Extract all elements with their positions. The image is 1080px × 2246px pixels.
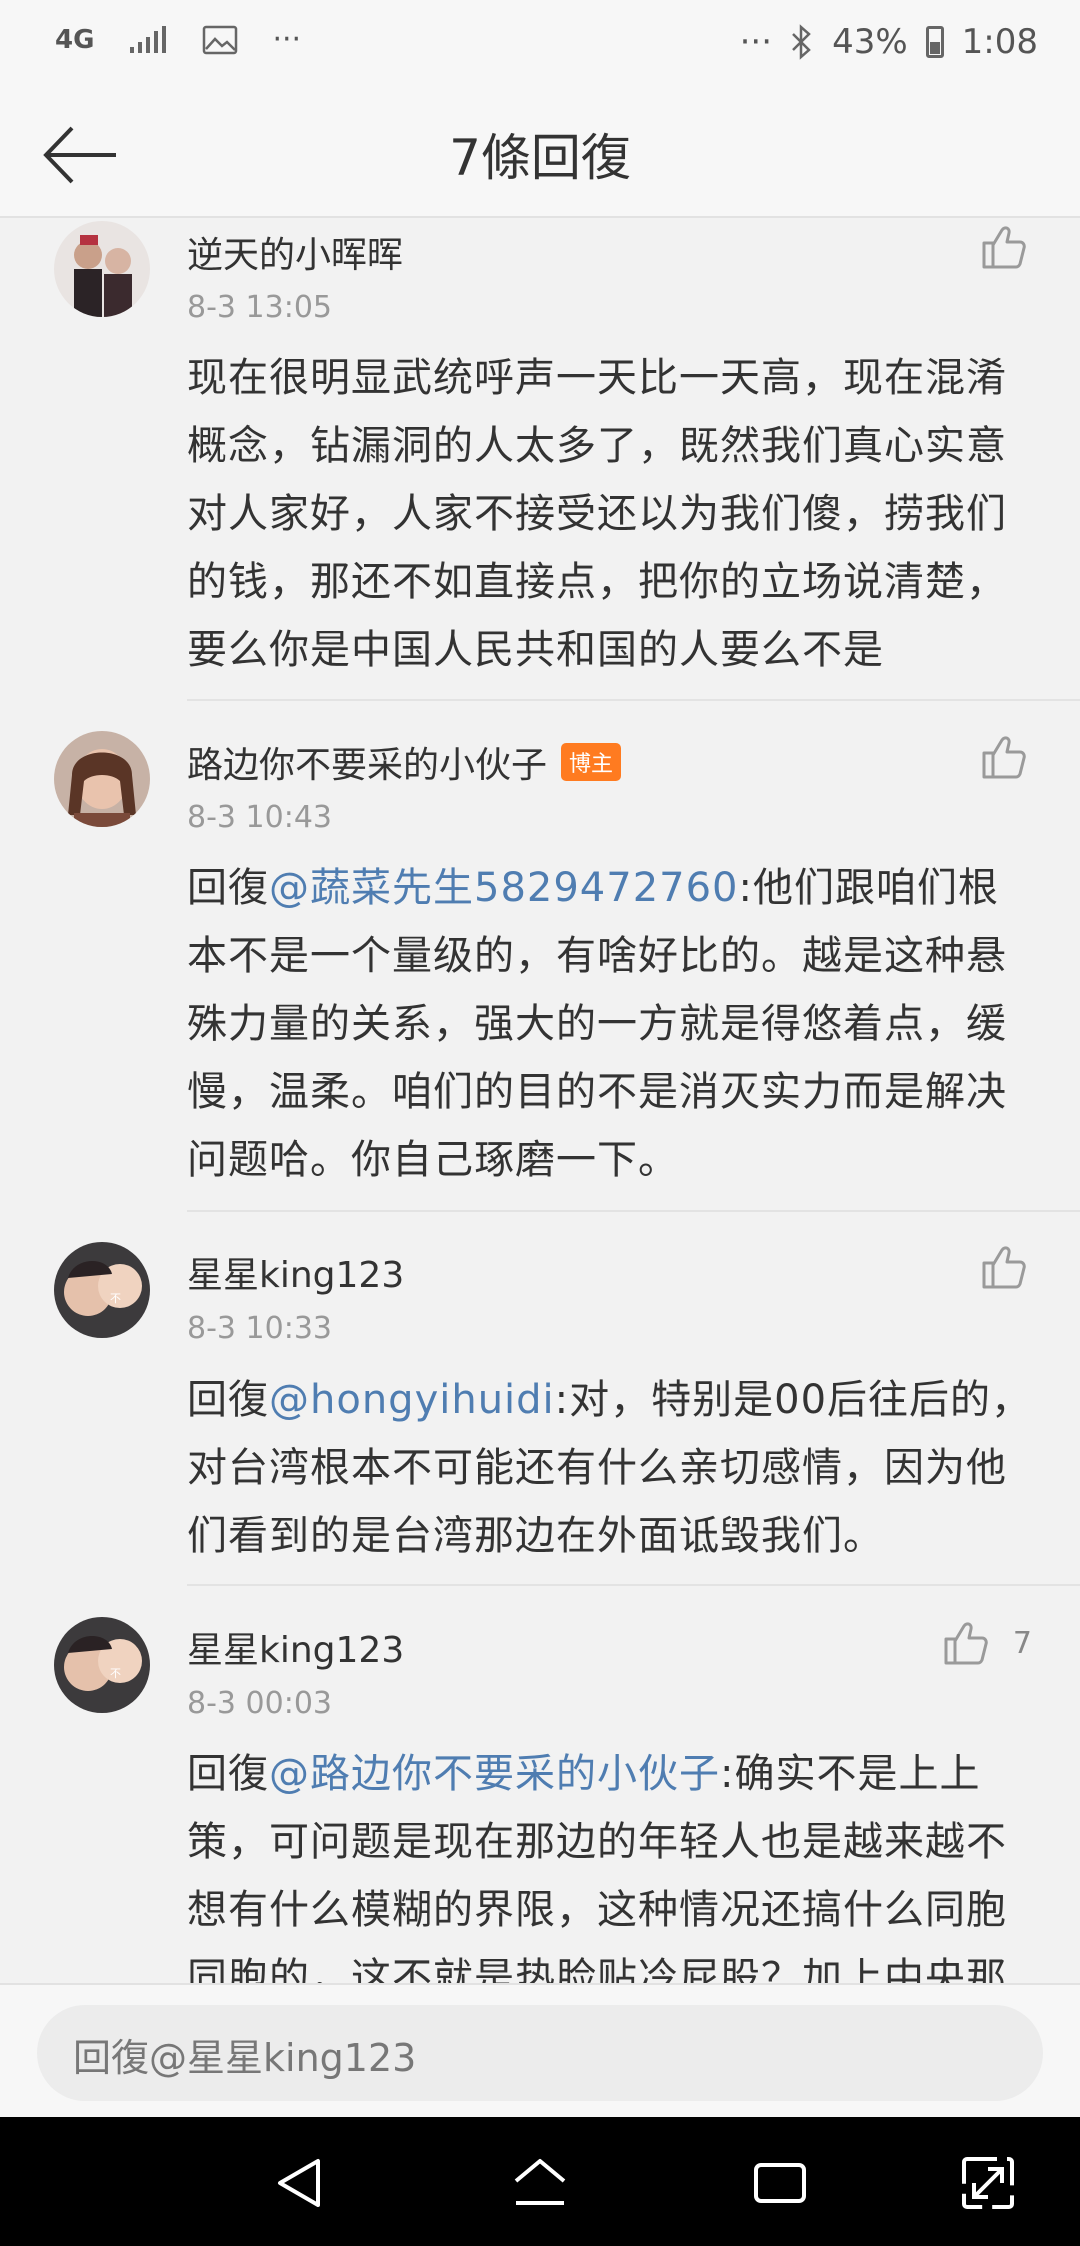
comment-text: 回復@hongyihuidi:对，特别是00后往后的，对台湾根本不可能还有什么亲…: [187, 1377, 1033, 1559]
avatar[interactable]: [54, 221, 150, 317]
comment-author[interactable]: 星星king123: [187, 1621, 404, 1673]
home-icon[interactable]: [510, 2153, 570, 2213]
like-count: 7: [1012, 1626, 1032, 1661]
divider: [187, 1584, 1080, 1586]
avatar[interactable]: 不: [54, 1242, 150, 1338]
expand-icon[interactable]: [958, 2153, 1018, 2213]
comment-author[interactable]: 路边你不要采的小伙子 博主: [187, 736, 622, 788]
like-icon[interactable]: [942, 1619, 990, 1667]
more-notifications: ···: [272, 22, 302, 57]
divider: [187, 1210, 1080, 1212]
signal-icon: [130, 25, 167, 53]
comment-list[interactable]: 逆天的小晖晖 8-3 13:05 现在很明显武统呼声一天比一天高，现在混淆概念，…: [0, 218, 1080, 1983]
image-icon: [203, 25, 238, 54]
reply-placeholder: 回復@星星king123: [73, 2036, 417, 2080]
comment-text: 回復@蔬菜先生5829472760:他们跟咱们根本不是一个量级的，有啥好比的。越…: [187, 865, 1007, 1183]
comment-time: 8-3 13:05: [187, 290, 332, 325]
like-icon[interactable]: [980, 223, 1028, 271]
mention-link[interactable]: @路边你不要采的小伙子: [269, 1751, 720, 1797]
bluetooth-icon: [792, 24, 811, 60]
comment-time: 8-3 00:03: [187, 1686, 332, 1721]
comment-author[interactable]: 星星king123: [187, 1246, 404, 1298]
comment-author[interactable]: 逆天的小晖晖: [187, 226, 403, 278]
recents-icon[interactable]: [750, 2153, 810, 2213]
header: 7條回復: [0, 90, 1080, 218]
comment-time: 8-3 10:33: [187, 1311, 332, 1346]
battery-icon: [925, 26, 944, 58]
like-icon[interactable]: [980, 733, 1028, 781]
svg-text:不: 不: [110, 1292, 121, 1305]
page-title: 7條回復: [449, 129, 631, 187]
like-icon[interactable]: [980, 1243, 1028, 1291]
comment-text: 回復@路边你不要采的小伙子:确实不是上上策，可问题是现在那边的年轻人也是越来越不…: [187, 1751, 1007, 1983]
reply-bar: 回復@星星king123: [0, 1983, 1080, 2117]
system-nav-bar: [0, 2117, 1080, 2246]
author-badge: 博主: [561, 743, 622, 781]
network-indicator: 4G: [55, 24, 95, 55]
more-status: ···: [739, 22, 773, 62]
back-icon[interactable]: [270, 2153, 330, 2213]
reply-input[interactable]: 回復@星星king123: [37, 2005, 1043, 2101]
clock: 1:08: [961, 22, 1038, 62]
status-bar: 4G ··· ··· 43% 1:08: [0, 0, 1080, 90]
avatar[interactable]: [54, 731, 150, 827]
avatar[interactable]: 不: [54, 1617, 150, 1713]
svg-text:不: 不: [110, 1667, 121, 1680]
mention-link[interactable]: @蔬菜先生5829472760: [269, 865, 739, 911]
comment-text: 现在很明显武统呼声一天比一天高，现在混淆概念，钻漏洞的人太多了，既然我们真心实意…: [187, 355, 1007, 673]
divider: [187, 699, 1080, 701]
battery-percent: 43%: [832, 22, 908, 62]
comment-time: 8-3 10:43: [187, 800, 332, 835]
mention-link[interactable]: @hongyihuidi: [269, 1377, 555, 1423]
